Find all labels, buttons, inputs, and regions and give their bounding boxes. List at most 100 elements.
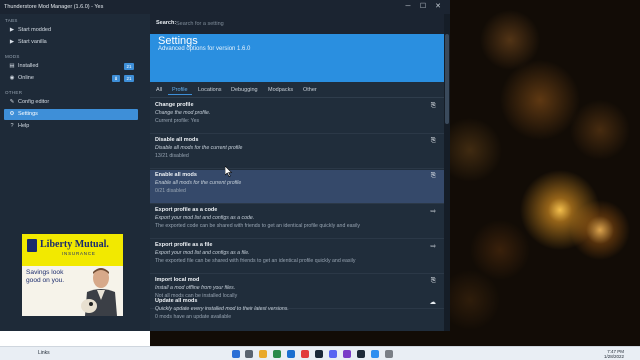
taskbar: Links 7:47 PM 1/28/2022: [0, 346, 640, 360]
chrome-icon[interactable]: [273, 350, 281, 358]
mod-manager-taskbar-icon[interactable]: [357, 350, 365, 358]
search-input[interactable]: [176, 18, 438, 30]
discord-icon[interactable]: [329, 350, 337, 358]
play-icon: ▶: [9, 39, 15, 45]
tab-debugging[interactable]: Debugging: [227, 85, 262, 95]
scrollbar-thumb[interactable]: [445, 34, 449, 124]
setting-value: 0/21 disabled: [155, 188, 186, 194]
play-icon: ▶: [9, 27, 15, 33]
sidebar-item-installed[interactable]: ▤ Installed 21: [4, 61, 138, 72]
setting-enable-all-mods[interactable]: Enable all mods Enable all mods for the …: [150, 170, 444, 204]
tab-modpacks[interactable]: Modpacks: [264, 85, 297, 95]
setting-description: Export your mod list and configs as a fi…: [155, 250, 250, 256]
file-import-icon: ⎘: [430, 277, 436, 284]
file-icon: ⎘: [430, 137, 436, 144]
setting-description: Change the mod profile.: [155, 110, 211, 116]
clock-date: 1/28/2022: [603, 354, 624, 359]
sidebar-item-label: Start vanilla: [18, 39, 47, 45]
statue-of-liberty-logo-icon: [27, 239, 37, 252]
sidebar-section-tabs: TABS: [5, 18, 18, 23]
setting-description: Quickly update every installed mod to th…: [155, 306, 289, 312]
window-title: Thunderstore Mod Manager (1.6.0) - Yes: [4, 4, 104, 10]
ad-body: Savings look good on you.: [22, 266, 123, 316]
file-export-icon: ⇨: [430, 208, 436, 215]
page-subtitle: Advanced options for version 1.6.0: [158, 46, 251, 52]
tab-profile[interactable]: Profile: [168, 85, 192, 95]
gear-icon: ⚙: [9, 111, 15, 117]
obs-icon[interactable]: [343, 350, 351, 358]
file-icon: ⎘: [430, 172, 436, 179]
sidebar-item-start-modded[interactable]: ▶ Start modded: [4, 25, 138, 36]
setting-value: 0 mods have an update available: [155, 314, 232, 320]
setting-disable-all-mods[interactable]: Disable all mods Disable all mods for th…: [150, 135, 444, 169]
setting-value: The exported file can be shared with fri…: [155, 258, 356, 264]
sidebar-item-settings[interactable]: ⚙ Settings: [4, 109, 138, 120]
setting-title: Disable all mods: [155, 137, 199, 143]
setting-export-profile-file[interactable]: Export profile as a file Export your mod…: [150, 240, 444, 274]
setting-update-all-mods[interactable]: Update all mods Quickly update every ins…: [150, 296, 444, 330]
ad-subbrand: INSURANCE: [62, 251, 96, 256]
setting-description: Enable all mods for the current profile: [155, 180, 242, 186]
sidebar-item-label: Online: [18, 75, 34, 81]
setting-description: Install a mod offline from your files.: [155, 285, 236, 291]
globe-icon: ◉: [9, 75, 15, 81]
setting-export-profile-code[interactable]: Export profile as a code Export your mod…: [150, 205, 444, 239]
wrench-icon: ✎: [9, 99, 15, 105]
app-icon[interactable]: [385, 350, 393, 358]
setting-title: Enable all mods: [155, 172, 197, 178]
sidebar-item-label: Start modded: [18, 27, 52, 33]
sidebar-section-other: OTHER: [5, 90, 23, 95]
advertisement[interactable]: Liberty Mutual. INSURANCE Savings look g…: [22, 234, 123, 316]
app-icon[interactable]: [371, 350, 379, 358]
search-icon[interactable]: [245, 350, 253, 358]
setting-title: Export profile as a code: [155, 207, 218, 213]
help-icon: ?: [10, 123, 14, 129]
tab-locations[interactable]: Locations: [194, 85, 226, 95]
setting-value: Current profile: Yes: [155, 118, 200, 124]
sidebar-item-help[interactable]: ? Help: [4, 121, 138, 132]
setting-title: Export profile as a file: [155, 242, 213, 248]
setting-value: The exported code can be shared with fri…: [155, 223, 361, 229]
clock[interactable]: 7:47 PM 1/28/2022: [604, 349, 624, 359]
setting-change-profile[interactable]: Change profile Change the mod profile. C…: [150, 100, 444, 134]
setting-title: Import local mod: [155, 277, 200, 283]
online-count-badge: 21: [124, 75, 134, 82]
file-export-icon: ⇨: [430, 243, 436, 250]
sidebar-item-start-vanilla[interactable]: ▶ Start vanilla: [4, 37, 138, 48]
tab-all[interactable]: All: [152, 85, 166, 95]
start-icon[interactable]: [232, 350, 240, 358]
download-icon[interactable]: ⬇: [112, 75, 120, 82]
sidebar-item-online[interactable]: ◉ Online ⬇ 21: [4, 73, 138, 84]
taskbar-links-label[interactable]: Links: [38, 350, 50, 356]
mouse-cursor-icon: [225, 166, 233, 177]
edge-icon[interactable]: [287, 350, 295, 358]
sidebar-item-label: Config editor: [18, 99, 50, 105]
setting-title: Change profile: [155, 102, 194, 108]
setting-description: Disable all mods for the current profile: [155, 145, 243, 151]
app-icon[interactable]: [301, 350, 309, 358]
steam-icon[interactable]: [315, 350, 323, 358]
close-button[interactable]: ✕: [433, 2, 443, 12]
maximize-button[interactable]: ☐: [418, 2, 428, 12]
setting-title: Update all mods: [155, 298, 198, 304]
sidebar-section-mods: MODS: [5, 54, 20, 59]
setting-value: 13/21 disabled: [155, 153, 189, 159]
sidebar-item-label: Help: [18, 123, 30, 129]
file-explorer-icon[interactable]: [259, 350, 267, 358]
search-bar: Search:: [150, 14, 444, 34]
installed-count-badge: 21: [124, 63, 134, 70]
sidebar-item-config-editor[interactable]: ✎ Config editor: [4, 97, 138, 108]
settings-panel: Search: Settings Advanced options for ve…: [150, 14, 444, 331]
settings-tabs: All Profile Locations Debugging Modpacks…: [150, 82, 444, 98]
ad-header: Liberty Mutual. INSURANCE: [22, 234, 123, 266]
tab-other[interactable]: Other: [299, 85, 321, 95]
sidebar-item-label: Installed: [18, 63, 39, 69]
scrollbar[interactable]: [444, 14, 450, 331]
ad-headline: Savings look good on you.: [26, 269, 65, 284]
minimize-button[interactable]: ─: [403, 2, 413, 12]
folder-icon: ▤: [9, 63, 15, 69]
ad-brand: Liberty Mutual.: [40, 239, 109, 250]
setting-description: Export your mod list and configs as a co…: [155, 215, 255, 221]
settings-hero: Settings Advanced options for version 1.…: [150, 34, 444, 82]
cloud-upload-icon: ☁: [429, 299, 437, 306]
